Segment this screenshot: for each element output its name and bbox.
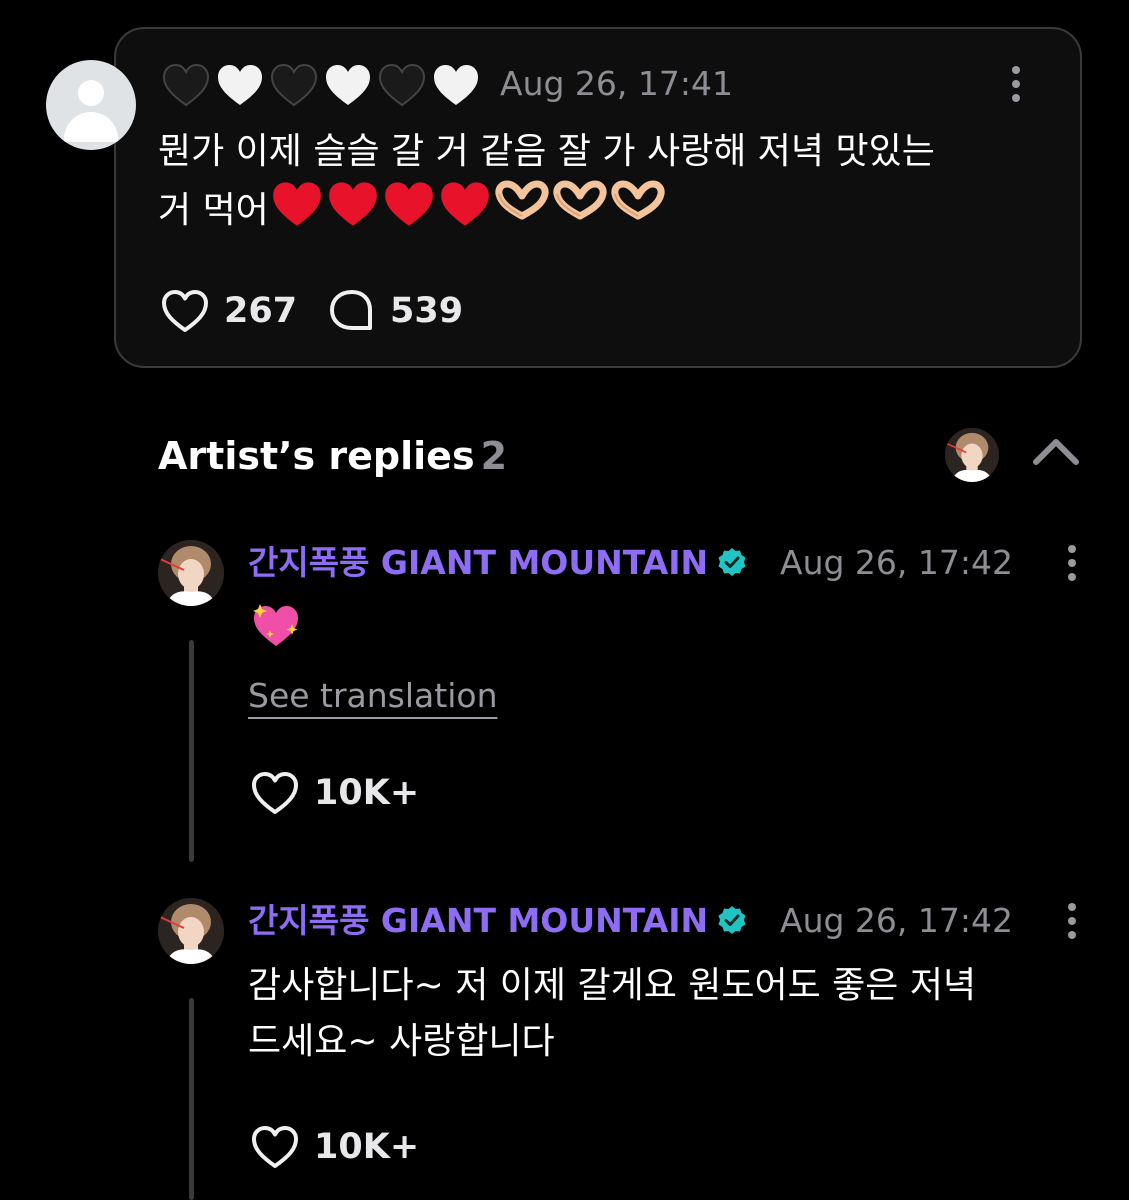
reply-author-name-text: 간지폭풍 GIANT MOUNTAIN xyxy=(248,901,709,940)
red-heart-icon xyxy=(272,182,321,226)
post-text-line: 거 먹어 xyxy=(158,190,269,231)
reply-body: 감사합니다~ 저 이제 갈게요 원도어도 좋은 저녁 드세요~ 사랑합니다 xyxy=(248,958,1068,1070)
post-timestamp: Aug 26, 17:41 xyxy=(500,64,733,103)
white-heart-icon xyxy=(326,65,370,105)
black-heart-icon xyxy=(270,63,318,107)
black-heart-icon xyxy=(378,63,426,107)
post-like-count: 267 xyxy=(224,291,298,331)
heart-hands-icon xyxy=(495,180,549,220)
heart-outline-icon xyxy=(252,772,298,814)
comment-bubble-icon xyxy=(330,290,372,330)
reply-like-button[interactable]: 10K+ xyxy=(250,770,419,816)
reply-text-line: 드세요~ 사랑합니다 xyxy=(248,1021,555,1062)
red-heart-icon xyxy=(384,182,433,226)
heart-hands-icon xyxy=(611,180,665,220)
post-more-options-button[interactable] xyxy=(1006,64,1026,104)
default-avatar-icon[interactable] xyxy=(46,60,136,150)
post-like-button[interactable]: 267 xyxy=(160,288,297,334)
heart-hands-icon xyxy=(553,180,607,220)
reply-author-name[interactable]: 간지폭풍 GIANT MOUNTAIN xyxy=(248,543,748,583)
reply-author-avatar[interactable] xyxy=(158,540,224,606)
reply-like-count: 10K+ xyxy=(314,1127,420,1167)
reply-author-avatar[interactable] xyxy=(158,898,224,964)
see-translation-link[interactable]: See translation xyxy=(248,676,497,716)
heart-outline-icon xyxy=(162,290,208,332)
thread-line xyxy=(189,640,194,862)
reply-timestamp: Aug 26, 17:42 xyxy=(780,901,1013,940)
artist-replies-count: 2 xyxy=(480,434,508,478)
reply-author-name[interactable]: 간지폭풍 GIANT MOUNTAIN xyxy=(248,901,748,941)
verified-badge-icon xyxy=(718,906,746,934)
post-comment-count: 539 xyxy=(390,291,464,331)
reply-like-button[interactable]: 10K+ xyxy=(250,1124,419,1170)
reply-like-count: 10K+ xyxy=(314,773,420,813)
reply-author-name-text: 간지폭풍 GIANT MOUNTAIN xyxy=(248,543,709,582)
post-emojis xyxy=(271,180,665,228)
post-comment-button[interactable]: 539 xyxy=(328,288,463,334)
black-heart-icon xyxy=(162,63,210,107)
post-text-line: 뭔가 이제 슬슬 갈 거 같음 잘 가 사랑해 저녁 맛있는 xyxy=(158,131,935,172)
collapse-chevron-up-icon[interactable] xyxy=(1032,436,1080,466)
thread-line xyxy=(189,998,194,1200)
artist-avatar[interactable] xyxy=(945,428,999,482)
red-heart-icon xyxy=(328,182,377,226)
reply-text-line: 감사합니다~ 저 이제 갈게요 원도어도 좋은 저녁 xyxy=(248,965,977,1006)
reply-timestamp: Aug 26, 17:42 xyxy=(780,543,1013,582)
post-body: 뭔가 이제 슬슬 갈 거 같음 잘 가 사랑해 저녁 맛있는 거 먹어 xyxy=(158,124,1028,239)
white-heart-icon xyxy=(434,65,478,105)
sparkling-heart-icon xyxy=(253,604,298,646)
verified-badge-icon xyxy=(718,548,746,576)
white-heart-icon xyxy=(218,65,262,105)
reply-more-options-button[interactable] xyxy=(1062,901,1082,941)
artist-replies-header: Artist’s replies 2 xyxy=(158,432,507,480)
reply-more-options-button[interactable] xyxy=(1062,543,1082,583)
artist-replies-title: Artist’s replies xyxy=(158,434,475,478)
username-hearts xyxy=(162,62,480,108)
heart-outline-icon xyxy=(252,1126,298,1168)
red-heart-icon xyxy=(440,182,489,226)
